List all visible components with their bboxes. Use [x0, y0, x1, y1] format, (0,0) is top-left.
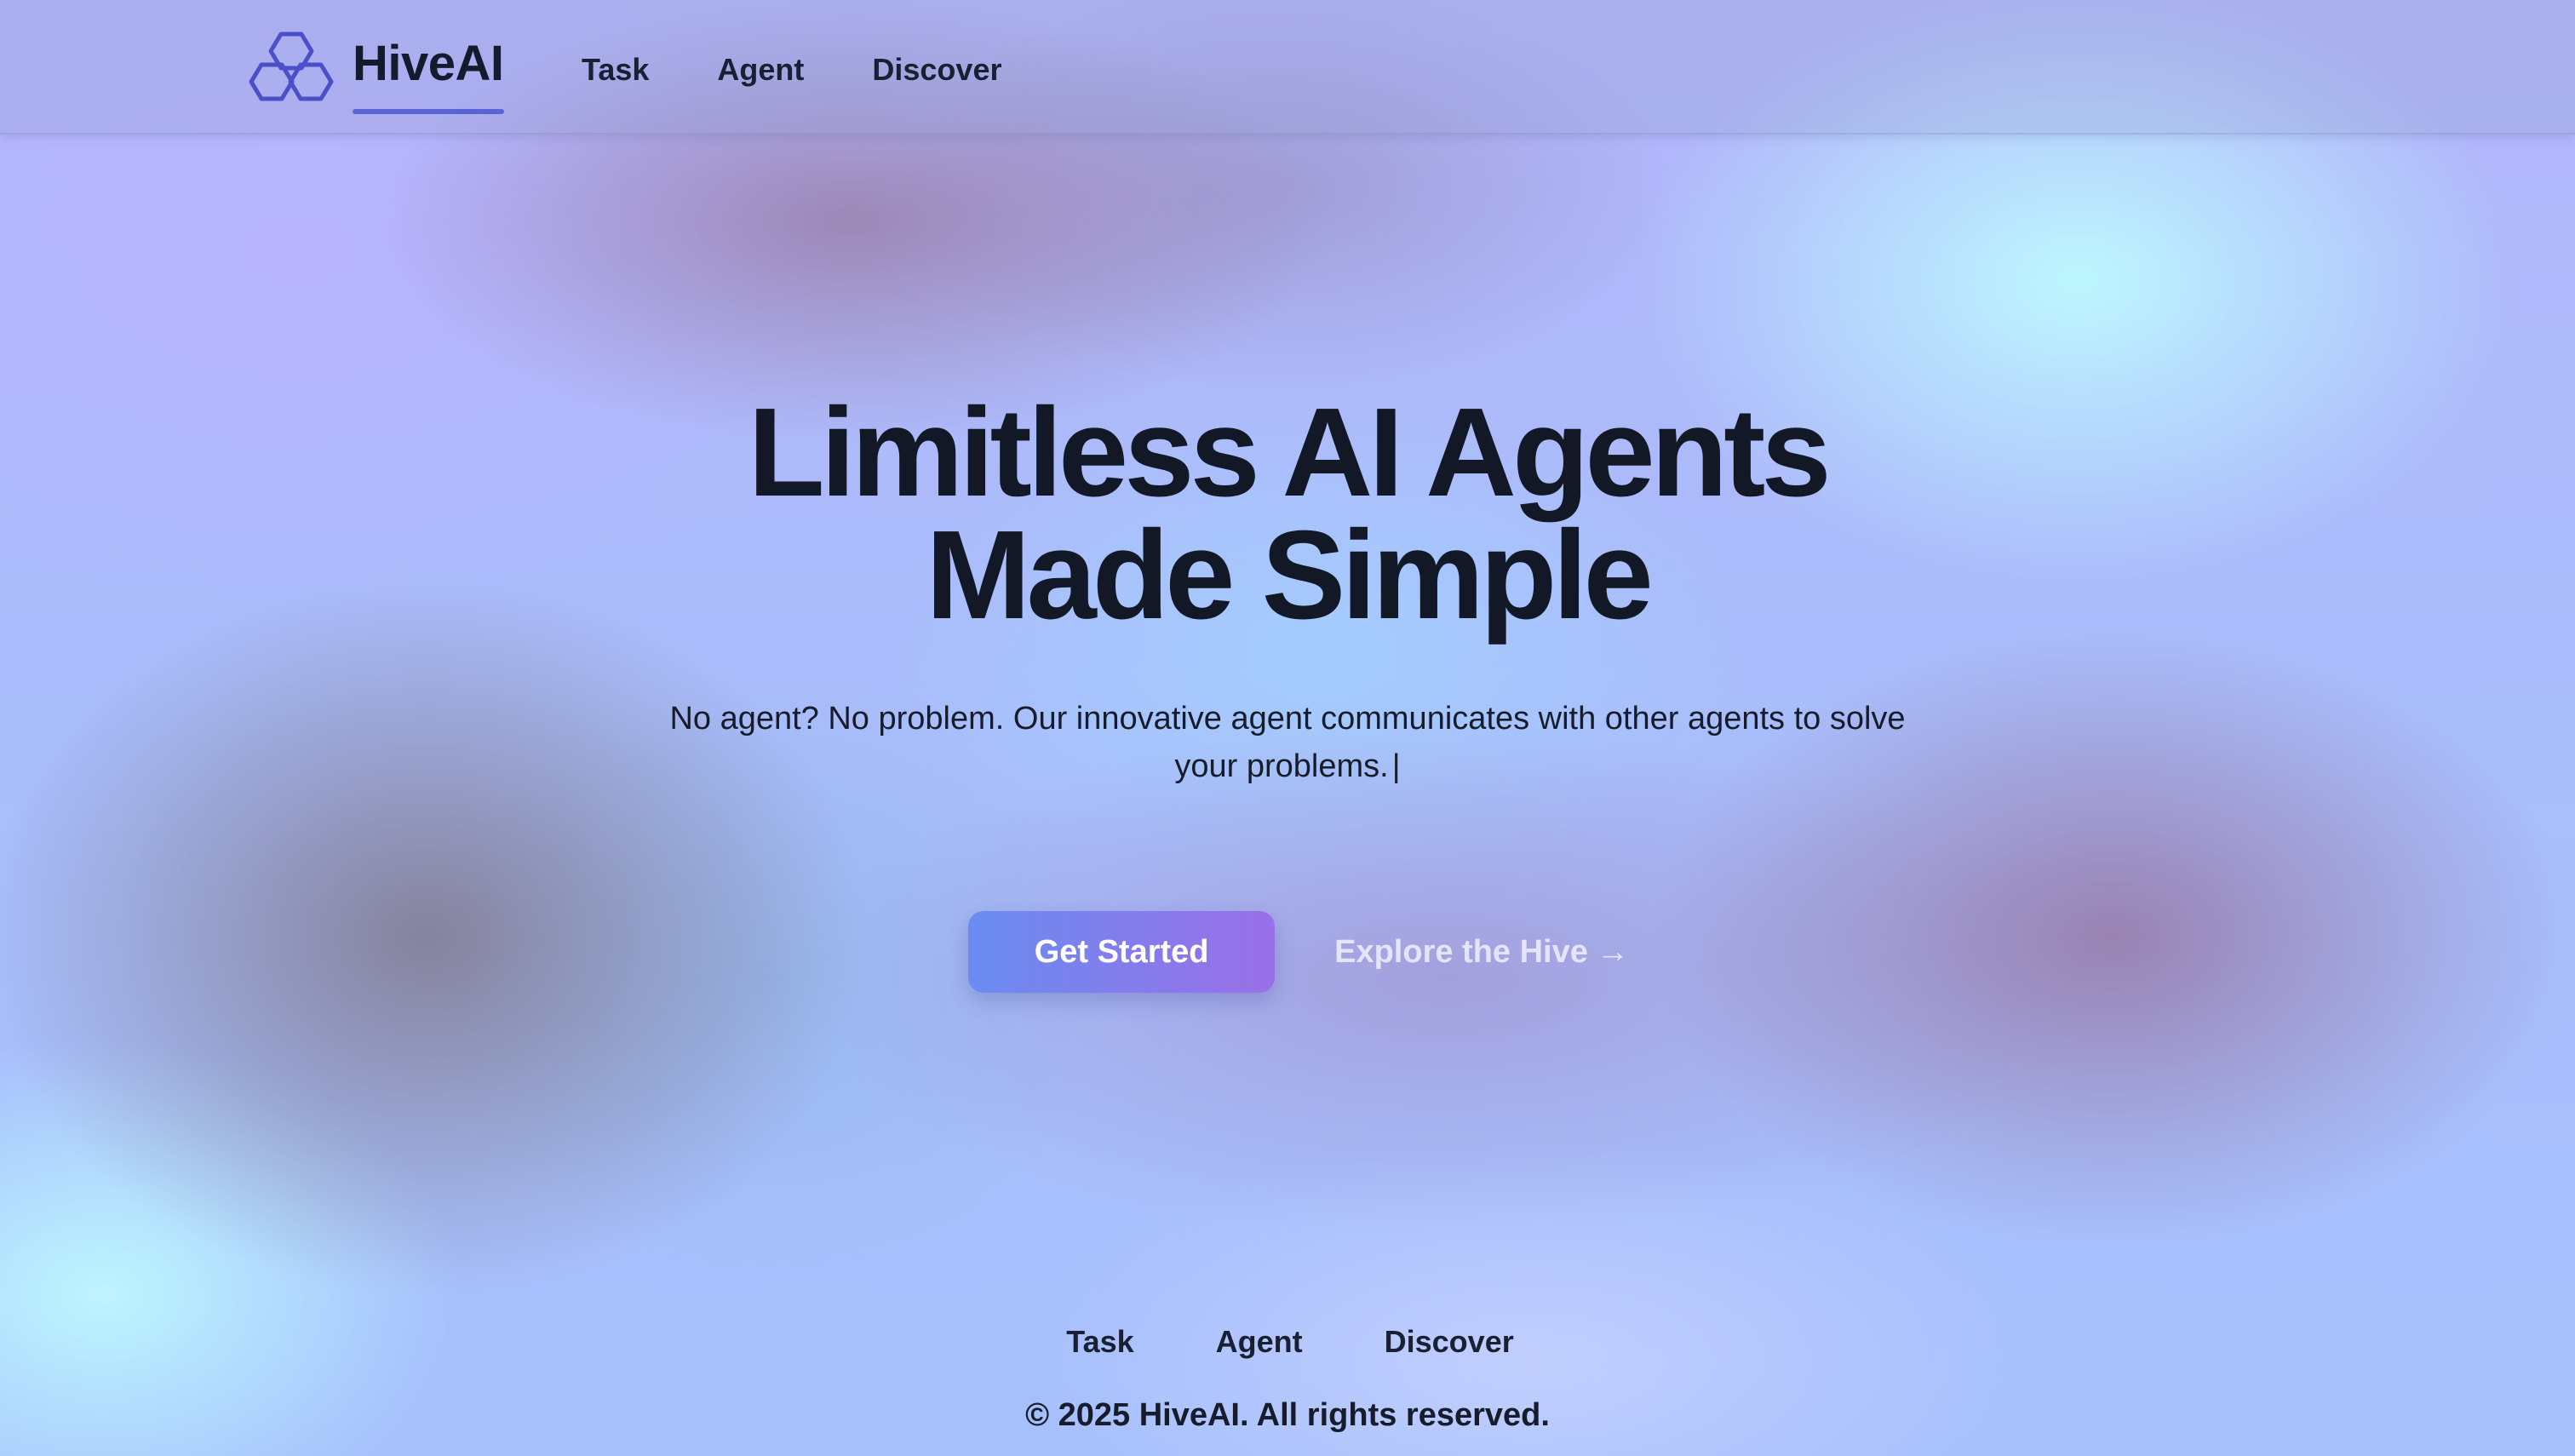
top-navbar: HiveAI Task Agent Discover — [0, 0, 2575, 135]
hexagon-cluster-icon — [249, 32, 334, 101]
footer-nav: Task Agent Discover — [5, 1321, 2575, 1362]
brand-logo-link[interactable]: HiveAI — [249, 31, 504, 114]
hero-subtitle-text: No agent? No problem. Our innovative age… — [669, 701, 1906, 784]
arrow-right-icon: → — [1596, 933, 1629, 970]
hero-title: Limitless AI Agents Made Simple — [0, 382, 2575, 645]
main-nav: Task Agent Discover — [582, 49, 1070, 90]
page-footer: Task Agent Discover © 2025 HiveAI. All r… — [0, 1321, 2575, 1436]
hero-subtitle: No agent? No problem. Our innovative age… — [657, 695, 1918, 790]
hero-title-line-1: Limitless AI Agents — [748, 382, 1831, 523]
footer-link-task[interactable]: Task — [1066, 1321, 1133, 1362]
nav-item-discover[interactable]: Discover — [872, 49, 1001, 90]
nav-item-agent[interactable]: Agent — [717, 49, 804, 90]
hero-title-line-2: Made Simple — [926, 505, 1654, 645]
explore-hive-link[interactable]: Explore the Hive → — [1334, 934, 1629, 971]
typing-cursor: | — [1391, 748, 1401, 784]
footer-link-discover[interactable]: Discover — [1385, 1321, 1514, 1362]
active-underline — [353, 109, 504, 114]
explore-hive-label: Explore the Hive — [1334, 933, 1588, 970]
copyright-text: © 2025 HiveAI. All rights reserved. — [1025, 1397, 1550, 1433]
footer-link-agent[interactable]: Agent — [1216, 1321, 1303, 1362]
cta-row: Get Started Explore the Hive → — [0, 911, 2575, 993]
nav-item-task[interactable]: Task — [582, 49, 649, 90]
brand-name: HiveAI — [353, 39, 504, 114]
get-started-button[interactable]: Get Started — [968, 911, 1276, 993]
hero-section: Limitless AI Agents Made Simple No agent… — [0, 382, 2575, 790]
